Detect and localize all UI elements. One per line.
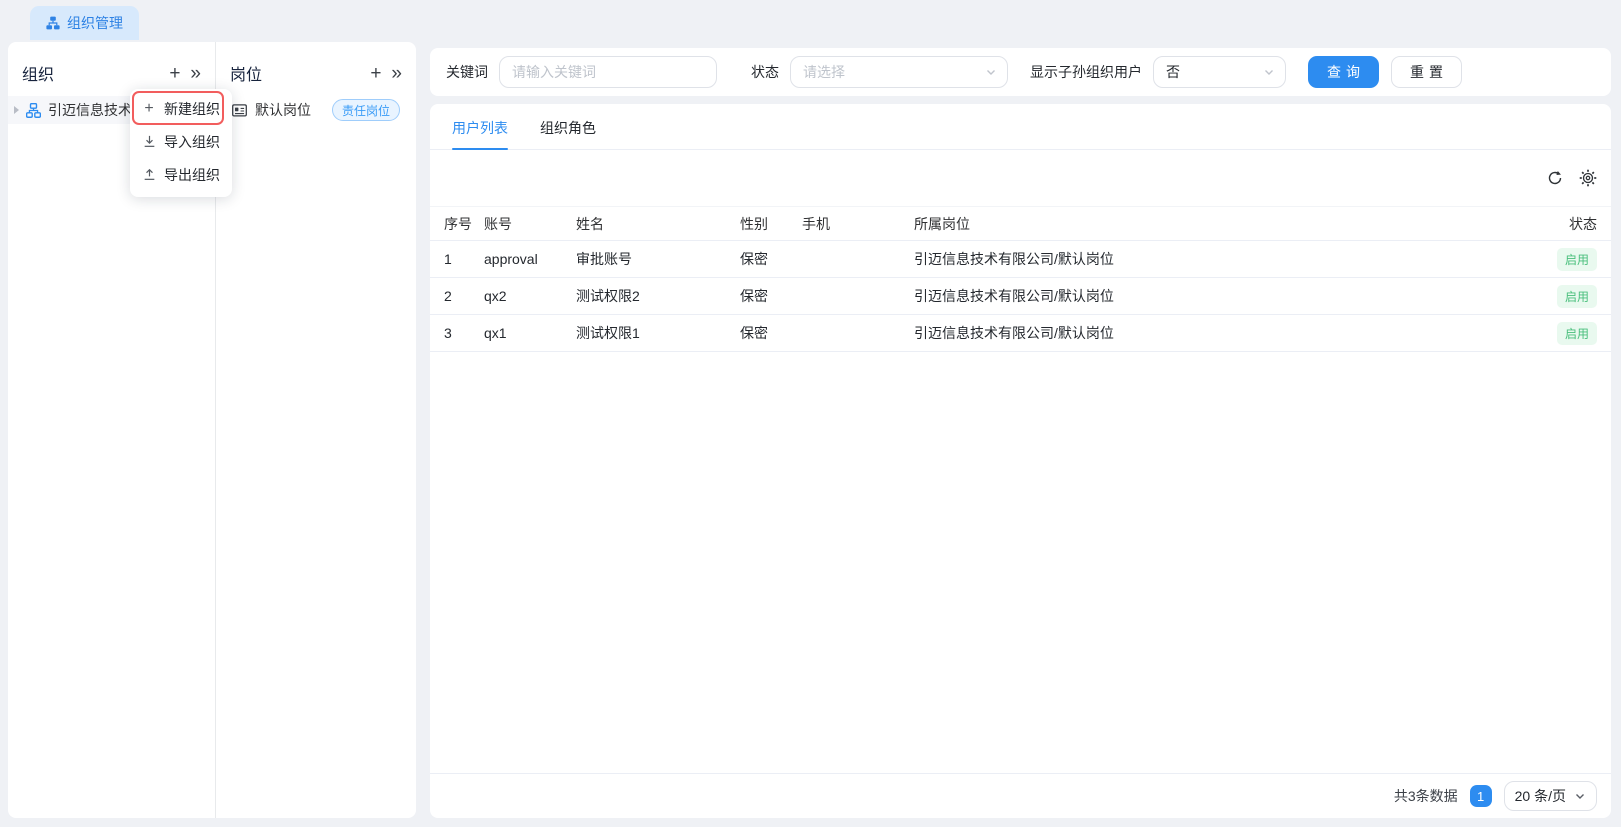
cell-position: 引迈信息技术有限公司/默认岗位 <box>914 315 1527 352</box>
descendant-users-select[interactable]: 否 <box>1153 56 1286 88</box>
keyword-label: 关键词 <box>446 62 488 82</box>
collapse-panel-icon[interactable]: » <box>190 64 201 83</box>
filter-bar: 关键词 状态 请选择 显示子孙组织用户 否 查询 重置 <box>430 48 1611 96</box>
download-icon <box>142 135 156 148</box>
col-phone: 手机 <box>802 207 914 241</box>
pagination-bar: 共3条数据 1 20 条/页 <box>430 773 1611 818</box>
expand-caret-icon[interactable] <box>14 106 19 114</box>
search-button[interactable]: 查询 <box>1308 56 1379 88</box>
cell-position: 引迈信息技术有限公司/默认岗位 <box>914 278 1527 315</box>
cell-index: 2 <box>430 278 484 315</box>
org-chart-icon <box>46 16 60 30</box>
content-card: 用户列表 组织角色 <box>430 104 1611 818</box>
cell-index: 1 <box>430 241 484 278</box>
tab-user-list[interactable]: 用户列表 <box>452 104 508 149</box>
col-position: 所属岗位 <box>914 207 1527 241</box>
cell-phone <box>802 278 914 315</box>
cell-gender: 保密 <box>740 241 802 278</box>
collapse-panel-icon[interactable]: » <box>391 64 402 83</box>
descendant-users-value: 否 <box>1166 62 1263 82</box>
col-index: 序号 <box>430 207 484 241</box>
user-table: 序号 账号 姓名 性别 手机 所属岗位 状态 1 approval 审批账号 保… <box>430 206 1611 352</box>
chevron-down-icon <box>1574 790 1586 802</box>
position-type-badge: 责任岗位 <box>332 99 400 121</box>
cell-phone <box>802 315 914 352</box>
status-badge: 启用 <box>1557 322 1597 345</box>
position-label: 默认岗位 <box>255 100 311 120</box>
cell-index: 3 <box>430 315 484 352</box>
refresh-icon[interactable] <box>1546 169 1564 187</box>
tab-label: 组织管理 <box>67 13 123 33</box>
page-size-select[interactable]: 20 条/页 <box>1504 781 1597 811</box>
id-card-icon <box>232 104 247 117</box>
menu-item-export-organization[interactable]: 导出组织 <box>130 158 232 191</box>
position-panel: 岗位 + » 默认岗位 责任岗位 <box>216 42 416 818</box>
position-panel-header: 岗位 + » <box>216 50 416 96</box>
top-tab-bar: 组织管理 <box>0 0 1621 40</box>
cell-gender: 保密 <box>740 315 802 352</box>
cell-gender: 保密 <box>740 278 802 315</box>
status-badge: 启用 <box>1557 248 1597 271</box>
col-name: 姓名 <box>576 207 740 241</box>
table-row[interactable]: 3 qx1 测试权限1 保密 引迈信息技术有限公司/默认岗位 启用 <box>430 315 1611 352</box>
status-select[interactable]: 请选择 <box>790 56 1008 88</box>
descendant-users-label: 显示子孙组织用户 <box>1030 62 1142 82</box>
cell-phone <box>802 241 914 278</box>
table-toolbar <box>430 150 1611 206</box>
menu-item-new-organization[interactable]: + 新建组织 <box>130 92 232 125</box>
page-number-button[interactable]: 1 <box>1470 785 1492 807</box>
organization-panel-title: 组织 <box>22 61 54 85</box>
page-size-value: 20 条/页 <box>1515 786 1566 806</box>
content-tabs: 用户列表 组织角色 <box>430 104 1611 150</box>
table-row[interactable]: 1 approval 审批账号 保密 引迈信息技术有限公司/默认岗位 启用 <box>430 241 1611 278</box>
tab-org-roles[interactable]: 组织角色 <box>540 104 596 149</box>
add-organization-icon[interactable]: + <box>169 64 180 83</box>
status-select-value: 请选择 <box>803 62 985 82</box>
plus-icon: + <box>142 100 156 118</box>
cell-account: qx1 <box>484 315 576 352</box>
table-row[interactable]: 2 qx2 测试权限2 保密 引迈信息技术有限公司/默认岗位 启用 <box>430 278 1611 315</box>
menu-item-label: 导入组织 <box>164 132 220 152</box>
cell-position: 引迈信息技术有限公司/默认岗位 <box>914 241 1527 278</box>
col-account: 账号 <box>484 207 576 241</box>
menu-item-label: 导出组织 <box>164 165 220 185</box>
cell-name: 测试权限1 <box>576 315 740 352</box>
position-list-item[interactable]: 默认岗位 责任岗位 <box>216 96 416 124</box>
tab-org-management[interactable]: 组织管理 <box>30 6 139 40</box>
upload-icon <box>142 168 156 181</box>
org-node-icon <box>26 103 41 118</box>
gear-icon[interactable] <box>1579 169 1597 187</box>
menu-item-label: 新建组织 <box>164 99 220 119</box>
menu-item-import-organization[interactable]: 导入组织 <box>130 125 232 158</box>
cell-name: 测试权限2 <box>576 278 740 315</box>
status-label: 状态 <box>751 62 779 82</box>
cell-name: 审批账号 <box>576 241 740 278</box>
chevron-down-icon <box>985 66 997 78</box>
cell-account: qx2 <box>484 278 576 315</box>
status-badge: 启用 <box>1557 285 1597 308</box>
table-header-row: 序号 账号 姓名 性别 手机 所属岗位 状态 <box>430 207 1611 241</box>
col-gender: 性别 <box>740 207 802 241</box>
add-position-icon[interactable]: + <box>370 64 381 83</box>
organization-actions-menu: + 新建组织 导入组织 导出组织 <box>130 89 232 197</box>
reset-button[interactable]: 重置 <box>1391 56 1462 88</box>
col-status: 状态 <box>1527 207 1611 241</box>
org-node-label: 引迈信息技术 <box>48 100 132 120</box>
cell-account: approval <box>484 241 576 278</box>
position-panel-title: 岗位 <box>230 61 262 85</box>
chevron-down-icon <box>1263 66 1275 78</box>
keyword-input[interactable] <box>499 56 717 88</box>
total-count-text: 共3条数据 <box>1394 786 1458 806</box>
